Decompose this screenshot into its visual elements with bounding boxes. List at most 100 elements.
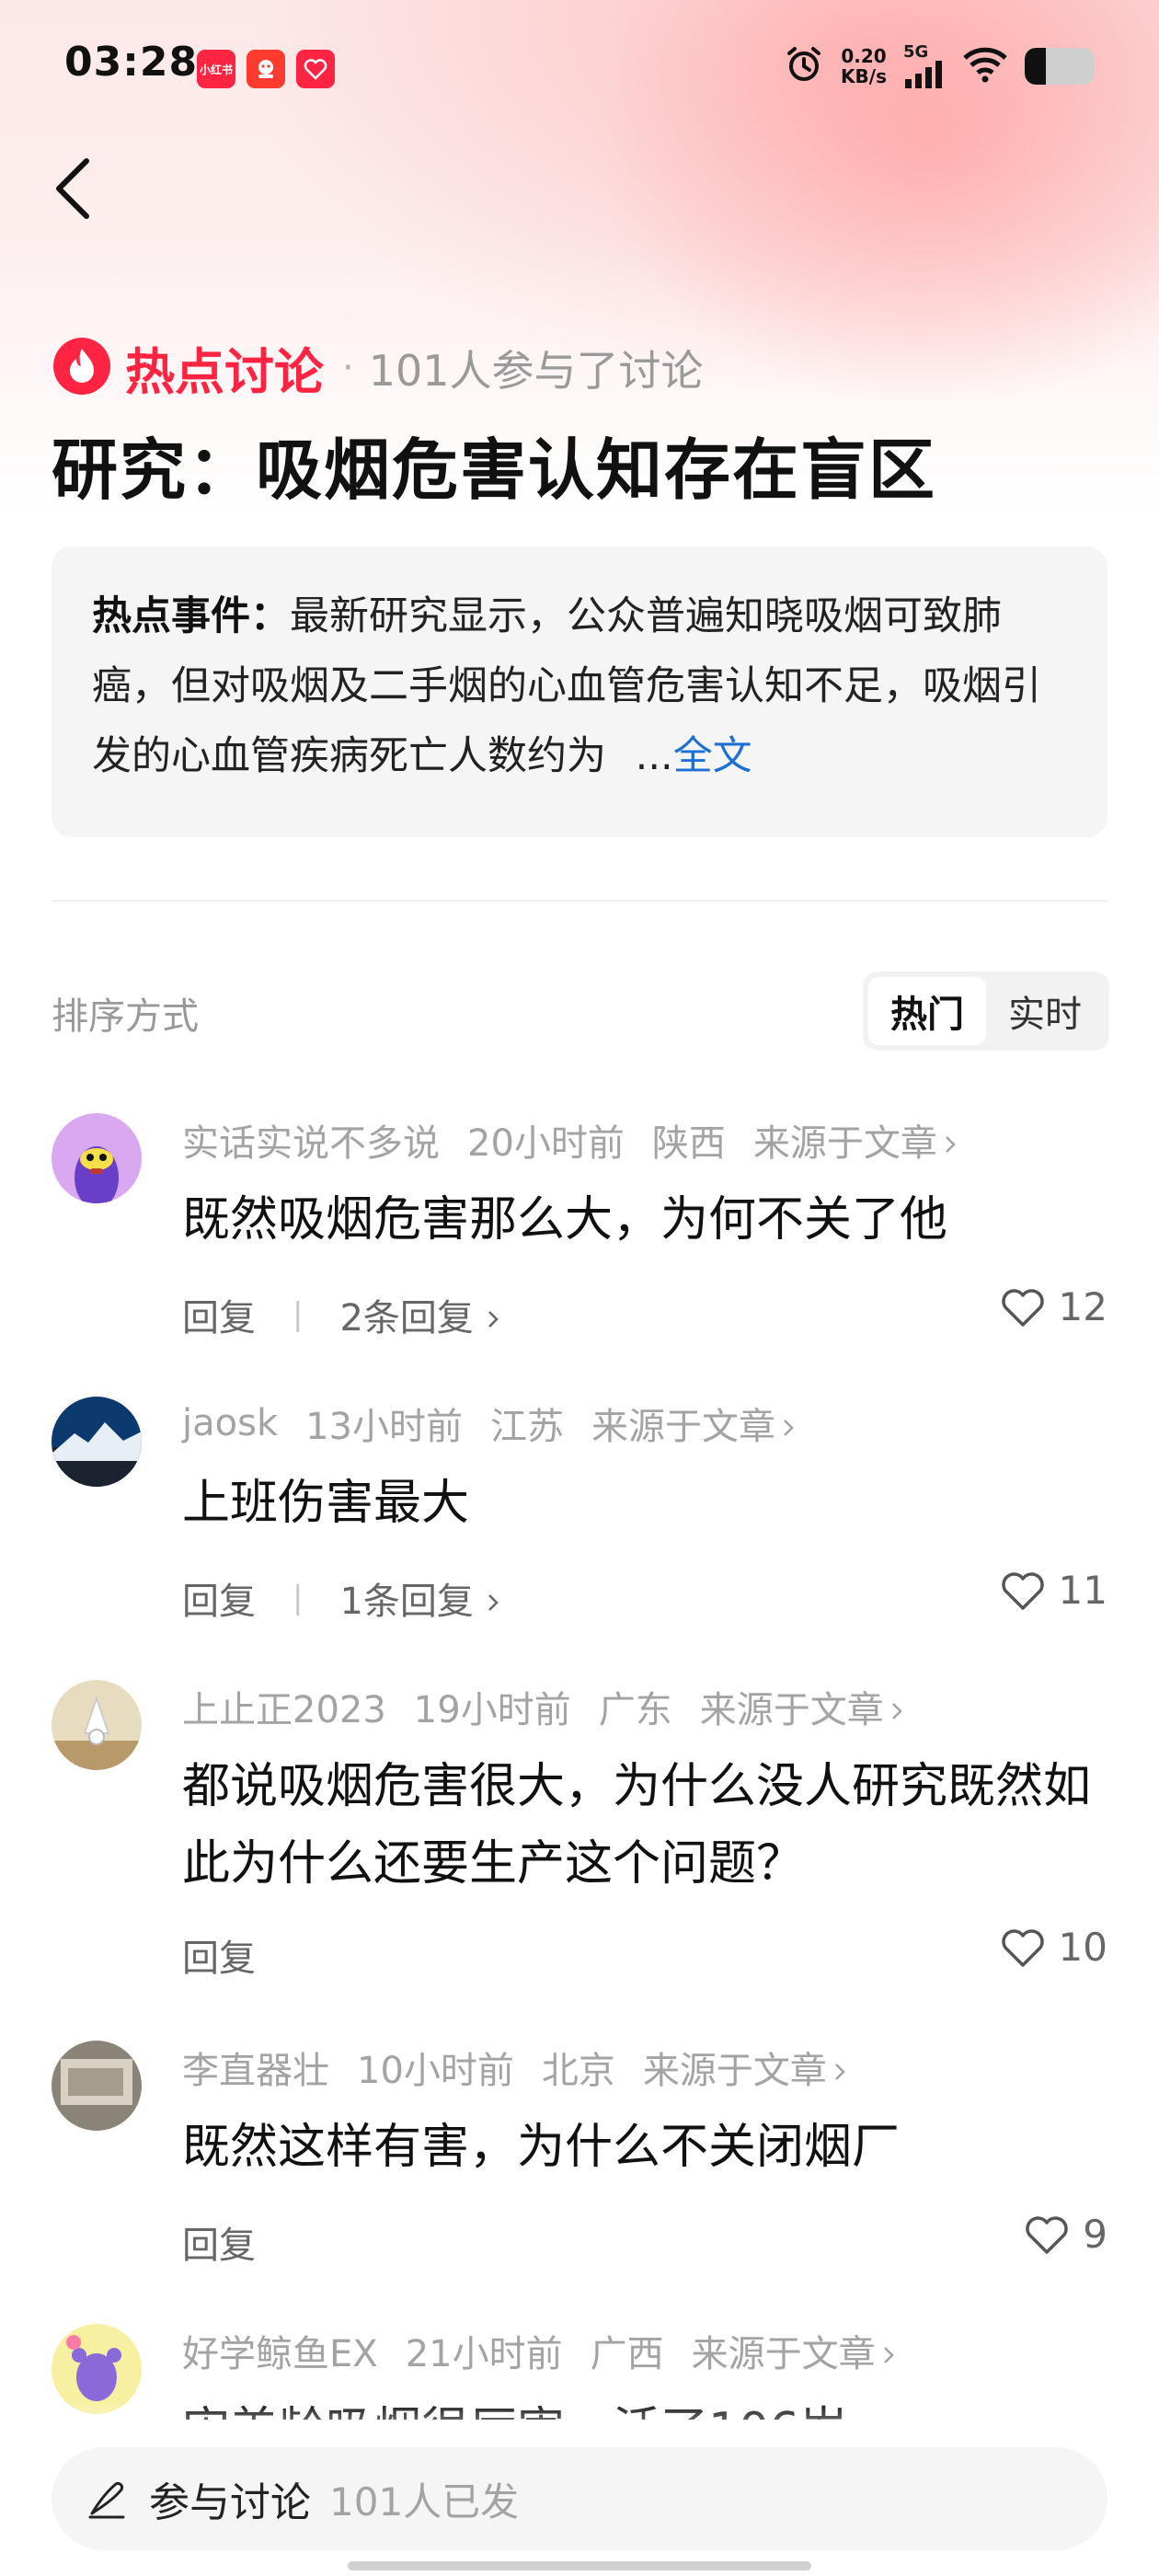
view-replies-button[interactable]: 2条回复 [339, 1288, 499, 1341]
comment-actions: 回复 [182, 1928, 256, 1982]
comment-time: 21小时前 [405, 2333, 563, 2375]
comment-region: 广西 [590, 2333, 664, 2375]
chevron-right-icon [835, 2064, 845, 2080]
comment-actions: 回复 | 2条回复 [182, 1288, 500, 1341]
divider [52, 900, 1107, 902]
comment-meta: jaosk 13小时前 江苏 来源于文章 [182, 1397, 823, 1450]
heart-icon [1001, 1571, 1044, 1610]
app-heart-icon [296, 50, 335, 88]
avatar[interactable] [52, 2041, 142, 2131]
participant-count: 101人参与了讨论 [368, 345, 704, 396]
chevron-right-icon [891, 1703, 902, 1719]
chevron-right-icon [488, 1311, 499, 1328]
like-count: 12 [1058, 1284, 1107, 1329]
event-summary-card: 热点事件：最新研究显示，公众普遍知晓吸烟可致肺癌，但对吸烟及二手烟的心血管危害认… [52, 546, 1107, 837]
comment-item: 李直器壮 10小时前 北京 来源于文章 既然这样有害，为什么不关闭烟厂 回复 9 [0, 2041, 1159, 2267]
view-replies-button[interactable]: 1条回复 [339, 1571, 499, 1625]
home-indicator[interactable] [348, 2561, 811, 2570]
status-icons: 0.20 KB/s 5G [784, 44, 1095, 88]
like-count: 10 [1058, 1925, 1107, 1970]
avatar[interactable] [52, 1680, 142, 1770]
like-button[interactable]: 12 [1000, 1284, 1107, 1329]
chevron-right-icon [883, 2347, 894, 2363]
back-button[interactable] [48, 152, 103, 225]
separator-dot: · [342, 346, 354, 389]
sort-label: 排序方式 [52, 995, 199, 1038]
sort-toggle: 热门 实时 [863, 972, 1109, 1051]
like-button[interactable]: 11 [1000, 1568, 1107, 1613]
source-link[interactable]: 来源于文章 [591, 1397, 796, 1450]
like-button[interactable]: 9 [1024, 2212, 1107, 2257]
chevron-right-icon [946, 1136, 956, 1153]
username[interactable]: jaosk [182, 1402, 278, 1444]
comment-meta: 上止正2023 19小时前 广东 来源于文章 [182, 1680, 932, 1733]
source-link[interactable]: 来源于文章 [643, 2041, 847, 2094]
sort-option-latest[interactable]: 实时 [986, 977, 1104, 1045]
avatar[interactable] [52, 1397, 142, 1487]
like-button[interactable]: 10 [1000, 1925, 1107, 1970]
avatar[interactable] [52, 1113, 142, 1203]
comment-time: 10小时前 [357, 2050, 514, 2092]
username[interactable]: 上止正2023 [182, 1680, 386, 1733]
separator: | [293, 1296, 304, 1333]
comment-region: 陕西 [651, 1122, 726, 1165]
hot-topic-tag: 热点讨论 [125, 343, 324, 401]
comment-region: 北京 [541, 2050, 615, 2092]
username[interactable]: 李直器壮 [182, 2041, 329, 2094]
comment-text: 上班伤害最大 [182, 1476, 470, 1531]
comment-meta: 李直器壮 10小时前 北京 来源于文章 [182, 2041, 875, 2094]
xiaohongshu-app-icon: 小红书 [197, 50, 235, 88]
wifi-icon [962, 46, 1008, 86]
comment-text: 既然这样有害，为什么不关闭烟厂 [182, 2120, 901, 2175]
like-count: 9 [1083, 2212, 1107, 2257]
comment-meta: 好学鲸鱼EX 21小时前 广西 来源于文章 [182, 2324, 924, 2377]
battery-icon [1025, 48, 1095, 85]
chevron-right-icon [488, 1594, 499, 1611]
source-link[interactable]: 来源于文章 [753, 1113, 958, 1167]
app-notification-icon [247, 50, 285, 88]
cellular-signal-icon: 5G [903, 44, 946, 88]
comment-text: 既然吸烟危害那么大，为何不关了他 [182, 1192, 948, 1248]
reply-button[interactable]: 回复 [182, 2215, 256, 2269]
join-discussion-input[interactable]: 参与讨论 101人已发 [52, 2447, 1107, 2550]
chevron-left-icon [56, 158, 89, 219]
comment-time: 13小时前 [305, 1406, 464, 1448]
sort-option-hot[interactable]: 热门 [868, 977, 986, 1045]
status-time: 03:28 [64, 39, 199, 86]
comment-region: 江苏 [490, 1406, 565, 1448]
source-link[interactable]: 来源于文章 [692, 2324, 896, 2377]
posted-count: 101人已发 [329, 2478, 520, 2524]
username[interactable]: 好学鲸鱼EX [182, 2324, 378, 2377]
join-discussion-label: 参与讨论 [149, 2479, 311, 2526]
hot-topic-header: 热点讨论 · 101人参与了讨论 [52, 331, 704, 404]
heart-icon [1026, 2215, 1068, 2254]
like-count: 11 [1058, 1568, 1107, 1613]
source-link[interactable]: 来源于文章 [700, 1680, 904, 1733]
read-full-link[interactable]: 全文 [673, 733, 752, 779]
chevron-right-icon [784, 1420, 794, 1436]
alarm-icon [784, 44, 824, 88]
separator: | [293, 1580, 304, 1616]
heart-icon [1001, 1928, 1044, 1967]
comment-actions: 回复 | 1条回复 [182, 1571, 500, 1625]
comment-text: 都说吸烟危害很大，为什么没人研究既然如此为什么还要生产这个问题？ [182, 1759, 1092, 1892]
comment-time: 20小时前 [467, 1122, 625, 1165]
event-summary-text: 热点事件：最新研究显示，公众普遍知晓吸烟可致肺癌，但对吸烟及二手烟的心血管危害认… [92, 581, 1067, 791]
username[interactable]: 实话实说不多说 [182, 1113, 440, 1167]
comment-region: 广东 [598, 1689, 672, 1731]
fire-icon [52, 336, 112, 400]
comment-item: 上止正2023 19小时前 广东 来源于文章 都说吸烟危害很大，为什么没人研究既… [0, 1680, 1159, 1980]
reply-button[interactable]: 回复 [182, 1571, 256, 1625]
comment-actions: 回复 [182, 2215, 256, 2269]
network-speed: 0.20 KB/s [841, 45, 887, 87]
comment-meta: 实话实说不多说 20小时前 陕西 来源于文章 [182, 1113, 985, 1167]
comment-time: 19小时前 [413, 1689, 571, 1731]
event-label: 热点事件： [92, 593, 290, 639]
reply-button[interactable]: 回复 [182, 1928, 256, 1982]
page-title: 研究：吸烟危害认知存在盲区 [52, 431, 937, 509]
comment-item: jaosk 13小时前 江苏 来源于文章 上班伤害最大 回复 | 1条回复 11 [0, 1397, 1159, 1623]
ellipsis: ... [635, 733, 673, 779]
comment-item: 实话实说不多说 20小时前 陕西 来源于文章 既然吸烟危害那么大，为何不关了他 … [0, 1113, 1159, 1340]
pen-icon [88, 2482, 125, 2519]
reply-button[interactable]: 回复 [182, 1288, 256, 1341]
